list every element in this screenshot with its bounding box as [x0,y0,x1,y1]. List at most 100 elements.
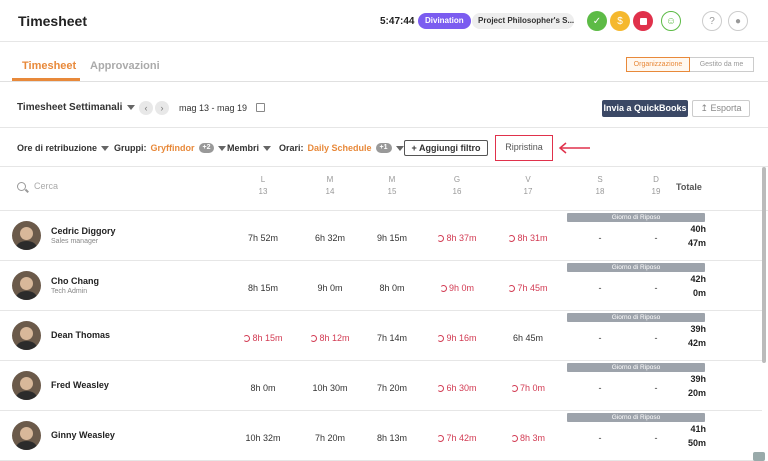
time-cell[interactable]: 9h 0m [297,283,363,293]
day-number: 17 [523,187,533,196]
total-hours: 41h [690,424,706,434]
day-column-header: L 13 [243,174,283,198]
time-cell[interactable]: - [623,433,689,443]
time-cell[interactable]: 8h 15m [230,333,296,343]
employee-name[interactable]: Cho Chang [51,276,99,286]
time-value: - [598,333,602,343]
time-cell[interactable]: 7h 45m [495,283,561,293]
total-hours: 39h [690,374,706,384]
prev-week-button[interactable]: ‹ [139,101,153,115]
tab-approvals[interactable]: Approvazioni [90,60,160,72]
time-cell[interactable]: 6h 32m [297,233,363,243]
search-input[interactable] [34,181,134,191]
active-tab-indicator [12,78,80,81]
rest-day-banner: Giorno di Riposo [567,413,705,422]
time-cell[interactable]: 7h 42m [424,433,490,443]
stop-icon[interactable] [633,11,653,31]
time-cell[interactable]: 8h 0m [359,283,425,293]
employee-name[interactable]: Fred Weasley [51,380,109,390]
schedule-count-badge: +1 [375,143,392,153]
time-cell[interactable]: 8h 3m [495,433,561,443]
divider [0,166,768,167]
groups-filter[interactable]: Gruppi: Gryffindor +2 [114,143,227,153]
table-row[interactable]: Dean Thomas Giorno di Riposo 8h 15m 8h 12m 7… [0,311,762,361]
moon-icon [310,335,318,342]
time-value: 7h 45m [517,283,548,293]
reset-button[interactable]: Ripristina [495,135,553,161]
view-managed-toggle[interactable]: Gestito da me [690,57,754,72]
time-cell[interactable]: 10h 32m [230,433,296,443]
day-letter: M [388,175,396,184]
time-cell[interactable]: 7h 52m [230,233,296,243]
page-title: Timesheet [18,13,87,29]
employee-role: Sales manager [51,238,99,245]
view-organization-toggle[interactable]: Organizzazione [626,57,690,72]
table-row[interactable]: Ginny Weasley Giorno di Riposo 10h 32m 7h 2… [0,411,762,461]
schedule-filter[interactable]: Orari: Daily Schedule +1 [279,143,404,153]
current-project-pill[interactable]: Project Philosopher's S... [472,13,574,29]
table-row[interactable]: Fred Weasley Giorno di Riposo 8h 0m 10h 30m… [0,361,762,411]
day-column-header: S 18 [580,174,620,198]
team-icon[interactable]: ● [728,11,748,31]
employee-name[interactable]: Ginny Weasley [51,430,115,440]
employee-name[interactable]: Dean Thomas [51,330,110,340]
help-icon[interactable]: ? [702,11,722,31]
time-cell[interactable]: 8h 15m [230,283,296,293]
time-value: 7h 0m [519,383,545,393]
time-cell[interactable]: 6h 30m [424,383,490,393]
time-cell[interactable]: 7h 20m [297,433,363,443]
time-value: 8h 12m [319,333,350,343]
day-letter: M [326,175,334,184]
employee-name[interactable]: Cedric Diggory [51,226,116,236]
time-cell[interactable]: 7h 20m [359,383,425,393]
members-filter[interactable]: Membri [227,143,272,153]
time-value: 7h 20m [314,433,346,443]
table-row[interactable]: Cedric Diggory Sales manager Giorno di Rip… [0,211,762,261]
user-icon[interactable]: ☺ [661,11,681,31]
time-value: - [598,283,602,293]
time-cell[interactable]: 8h 0m [230,383,296,393]
pay-hours-filter[interactable]: Ore di retribuzione [17,143,110,153]
coin-icon[interactable]: $ [610,11,630,31]
moon-icon [439,285,447,292]
calendar-icon[interactable] [256,103,265,112]
time-cell[interactable]: 6h 45m [495,333,561,343]
time-cell[interactable]: 8h 37m [424,233,490,243]
date-range[interactable]: mag 13 - mag 19 [179,103,247,113]
tasks-icon[interactable]: ✓ [587,11,607,31]
time-cell[interactable]: - [623,333,689,343]
time-cell[interactable]: - [623,383,689,393]
time-cell[interactable]: 8h 31m [495,233,561,243]
time-cell[interactable]: 9h 15m [359,233,425,243]
add-filter-button[interactable]: + Aggiungi filtro [404,140,488,156]
schedule-value: Daily Schedule [307,143,372,153]
time-cell[interactable]: - [623,233,689,243]
period-select[interactable]: Timesheet Settimanali [17,102,136,113]
time-cell[interactable]: 8h 13m [359,433,425,443]
divider [0,127,768,128]
moon-icon [437,235,445,242]
avatar [12,221,41,250]
export-button[interactable]: ↥ Esporta [692,100,750,117]
tab-timesheet[interactable]: Timesheet [22,60,76,72]
next-week-button[interactable]: › [155,101,169,115]
time-cell[interactable]: 9h 16m [424,333,490,343]
day-letter: L [260,175,266,184]
employee-role: Tech Admin [51,288,88,295]
total-column-header: Totale [676,182,702,192]
current-task-pill[interactable]: Divination [418,13,471,29]
time-cell[interactable]: 10h 30m [297,383,363,393]
day-number: 16 [452,187,462,196]
time-cell[interactable]: - [623,283,689,293]
time-cell[interactable]: 8h 12m [297,333,363,343]
time-cell[interactable]: 7h 14m [359,333,425,343]
table-row[interactable]: Cho Chang Tech Admin Giorno di Riposo 8h 15… [0,261,762,311]
time-cell[interactable]: 7h 0m [495,383,561,393]
quickbooks-button[interactable]: Invia a QuickBooks [602,100,688,117]
moon-icon [437,435,445,442]
scrollbar[interactable] [762,167,766,363]
avatar [12,271,41,300]
chevron-down-icon [263,145,272,151]
time-cell[interactable]: 9h 0m [424,283,490,293]
day-column-header: M 15 [372,174,412,198]
